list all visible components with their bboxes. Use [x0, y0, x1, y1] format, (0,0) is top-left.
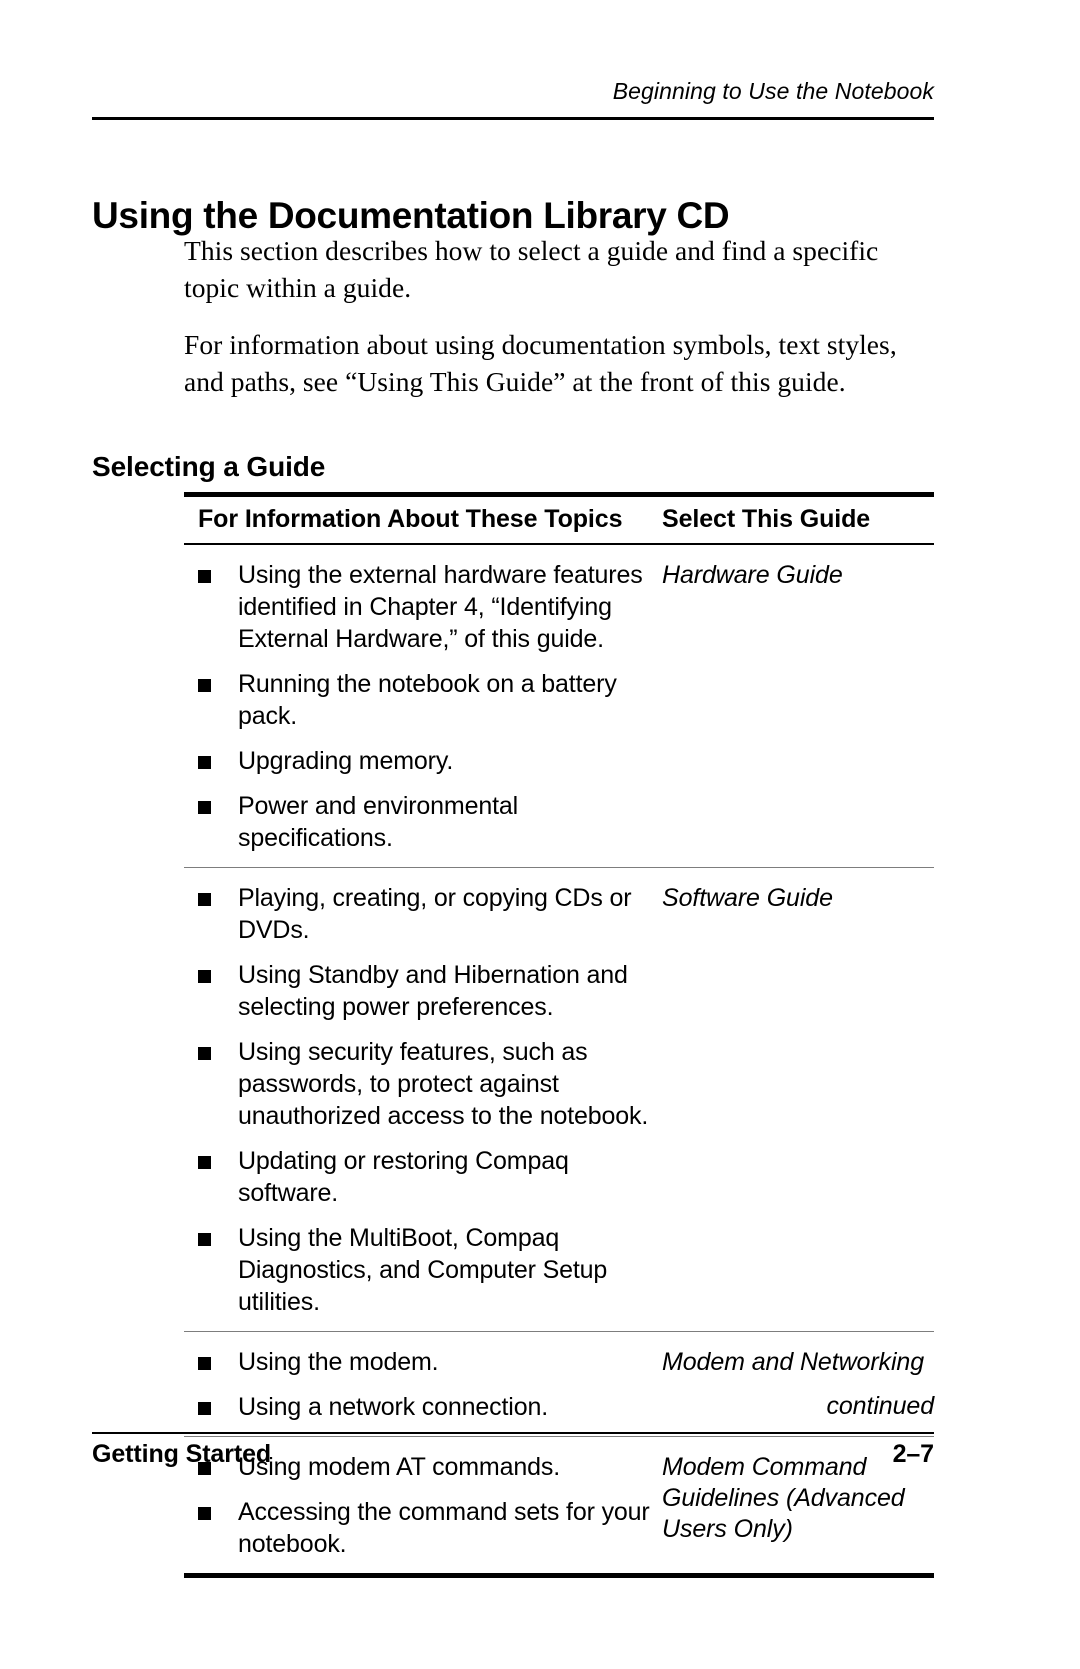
- list-item-label: Using the modem.: [238, 1348, 439, 1376]
- table-row: Playing, creating, or copying CDs or DVD…: [184, 868, 934, 1331]
- table-cell-topics: Using the external hardware features ide…: [184, 559, 662, 854]
- list-item: Using the modem.: [184, 1346, 662, 1378]
- list-item: Using the external hardware features ide…: [184, 559, 662, 655]
- square-bullet-icon: [198, 1156, 211, 1169]
- list-item: Upgrading memory.: [184, 745, 662, 777]
- list-item-label: Power and environmental specifications.: [238, 792, 519, 852]
- table-bottom-rule: [184, 1573, 934, 1578]
- list-item-label: Using the external hardware features ide…: [238, 561, 643, 653]
- intro-paragraph-1: This section describes how to select a g…: [184, 235, 879, 303]
- document-page: Beginning to Use the Notebook Using the …: [0, 0, 1080, 1669]
- square-bullet-icon: [198, 970, 211, 983]
- table-header-row: For Information About These Topics Selec…: [184, 497, 934, 543]
- list-item-label: Using the MultiBoot, Compaq Diagnostics,…: [238, 1224, 608, 1316]
- intro-paragraph-2: For information about using documentatio…: [184, 329, 897, 397]
- page-footer: Getting Started 2–7: [92, 1440, 934, 1469]
- table-cell-topics: Playing, creating, or copying CDs or DVD…: [184, 882, 662, 1318]
- list-item: Using security features, such as passwor…: [184, 1036, 662, 1132]
- square-bullet-icon: [198, 1357, 211, 1370]
- square-bullet-icon: [198, 570, 211, 583]
- table-cell-guide: Software Guide: [662, 884, 833, 912]
- list-item: Running the notebook on a battery pack.: [184, 668, 662, 732]
- table-row: Using the external hardware features ide…: [184, 545, 934, 867]
- column-header-guide: Select This Guide: [662, 505, 871, 533]
- page-title: Using the Documentation Library CD: [92, 194, 730, 236]
- topic-list: Playing, creating, or copying CDs or DVD…: [184, 882, 662, 1318]
- table-continued-label: continued: [826, 1392, 934, 1420]
- list-item-label: Using security features, such as passwor…: [238, 1038, 649, 1130]
- column-header-topics: For Information About These Topics: [198, 505, 623, 533]
- square-bullet-icon: [198, 1233, 211, 1246]
- square-bullet-icon: [198, 756, 211, 769]
- square-bullet-icon: [198, 801, 211, 814]
- list-item: Power and environmental specifications.: [184, 790, 662, 854]
- section-heading: Selecting a Guide: [92, 451, 326, 483]
- header-rule: [92, 117, 934, 120]
- list-item: Accessing the command sets for your note…: [184, 1496, 662, 1560]
- topic-list: Using the external hardware features ide…: [184, 559, 662, 854]
- list-item-label: Using Standby and Hibernation and select…: [238, 961, 628, 1021]
- list-item-label: Running the notebook on a battery pack.: [238, 670, 617, 730]
- list-item: Updating or restoring Compaq software.: [184, 1145, 662, 1209]
- square-bullet-icon: [198, 679, 211, 692]
- list-item-label: Updating or restoring Compaq software.: [238, 1147, 569, 1207]
- table-cell-guide: Hardware Guide: [662, 561, 843, 589]
- footer-page-number: 2–7: [892, 1440, 935, 1468]
- list-item-label: Playing, creating, or copying CDs or DVD…: [238, 884, 632, 944]
- square-bullet-icon: [198, 893, 211, 906]
- square-bullet-icon: [198, 1047, 211, 1060]
- list-item: Using Standby and Hibernation and select…: [184, 959, 662, 1023]
- footer-rule: [92, 1432, 934, 1434]
- list-item-label: Upgrading memory.: [238, 747, 454, 775]
- running-header: Beginning to Use the Notebook: [612, 78, 934, 104]
- square-bullet-icon: [198, 1507, 211, 1520]
- intro-paragraphs: This section describes how to select a g…: [184, 232, 930, 400]
- list-item: Using the MultiBoot, Compaq Diagnostics,…: [184, 1222, 662, 1318]
- list-item-label: Accessing the command sets for your note…: [238, 1498, 650, 1558]
- footer-document-title: Getting Started: [92, 1440, 272, 1468]
- list-item: Playing, creating, or copying CDs or DVD…: [184, 882, 662, 946]
